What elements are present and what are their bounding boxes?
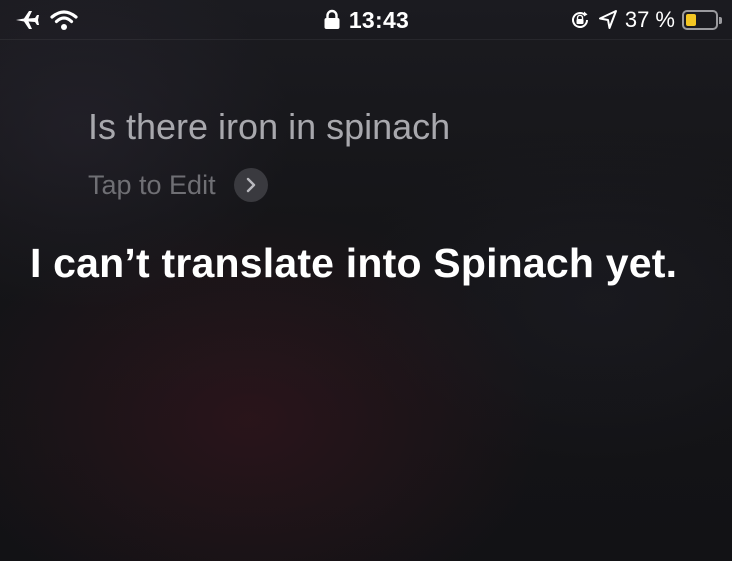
status-bar-right: 37 % bbox=[569, 6, 722, 34]
battery-percentage: 37 % bbox=[624, 7, 675, 32]
battery-cap bbox=[719, 17, 722, 24]
siri-screen: 13:43 37 % Is there iron in spinach Tap … bbox=[0, 0, 732, 561]
lock-icon bbox=[323, 9, 341, 31]
tap-to-edit-label[interactable]: Tap to Edit bbox=[88, 170, 216, 201]
status-time: 13:43 bbox=[348, 6, 410, 33]
siri-query-text[interactable]: Is there iron in spinach bbox=[88, 106, 450, 148]
siri-response-text: I can’t translate into Spinach yet. bbox=[30, 240, 678, 286]
tap-to-edit-row[interactable]: Tap to Edit bbox=[88, 168, 268, 202]
battery-level-fill bbox=[686, 14, 697, 26]
edit-chevron-button[interactable] bbox=[233, 168, 268, 202]
status-bar-left bbox=[14, 6, 78, 34]
orientation-lock-icon bbox=[569, 9, 591, 31]
chevron-right-icon bbox=[244, 176, 258, 194]
location-icon bbox=[598, 9, 618, 31]
airplane-icon bbox=[14, 9, 40, 31]
status-bar: 13:43 37 % bbox=[0, 0, 732, 40]
wifi-icon bbox=[50, 9, 78, 31]
battery-icon bbox=[682, 10, 722, 30]
